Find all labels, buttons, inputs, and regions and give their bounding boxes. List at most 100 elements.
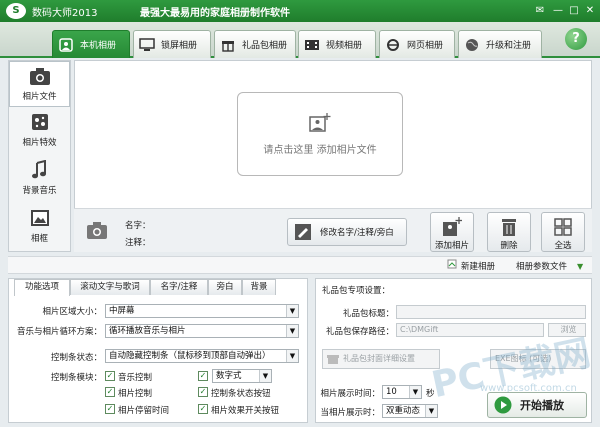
chevron-down-icon: ▼ bbox=[409, 386, 421, 398]
gift-cover-settings-button[interactable]: 礼品包封面详细设置 bbox=[322, 349, 440, 369]
sidebar-item-frame[interactable]: 相框 bbox=[9, 204, 70, 250]
sidebar-item-photo-effects[interactable]: 相片特效 bbox=[9, 108, 70, 154]
gift-cover-settings-label: 礼品包封面详细设置 bbox=[343, 354, 415, 363]
display-mode-value: 双重动态 bbox=[386, 406, 421, 416]
sidebar-item-label: 相框 bbox=[30, 234, 48, 244]
gift-icon bbox=[327, 353, 339, 372]
comment-label: 注释： bbox=[125, 238, 151, 248]
delete-button[interactable]: 删除 bbox=[487, 212, 531, 252]
gift-title-input[interactable] bbox=[396, 305, 586, 319]
tab-local-album[interactable]: 本机相册 bbox=[52, 30, 130, 58]
photo-control-checkbox[interactable]: ✓ bbox=[105, 387, 115, 397]
sidebar-item-background-music[interactable]: 背景音乐 bbox=[9, 156, 70, 202]
loop-scheme-label: 音乐与相片循环方案： bbox=[16, 327, 102, 337]
film-icon bbox=[303, 37, 321, 53]
close-button[interactable]: ✕ bbox=[582, 3, 598, 18]
trash-icon bbox=[502, 219, 516, 236]
minimize-button[interactable]: — bbox=[550, 3, 566, 18]
add-photo-icon bbox=[443, 217, 462, 236]
music-note-icon bbox=[29, 159, 51, 180]
ie-browser-icon bbox=[384, 37, 402, 53]
save-path-input[interactable]: C:\DMGift bbox=[396, 323, 544, 337]
feedback-icon[interactable]: ✉ bbox=[532, 3, 548, 18]
display-time-select[interactable]: 10 ▼ bbox=[382, 385, 422, 399]
monitor-icon bbox=[138, 37, 156, 53]
chevron-down-icon: ▼ bbox=[286, 325, 298, 337]
edit-button-label: 修改名字/注释/旁白 bbox=[320, 228, 394, 238]
subtab-scroll-text-lyrics[interactable]: 滚动文字与歌词 bbox=[70, 279, 150, 295]
play-icon bbox=[494, 396, 512, 414]
loop-scheme-select[interactable]: 循环播放音乐与相片 ▼ bbox=[105, 324, 299, 338]
tab-label: 本机相册 bbox=[80, 41, 117, 51]
area-size-select[interactable]: 中屏幕 ▼ bbox=[105, 304, 299, 318]
new-album-icon bbox=[447, 259, 457, 272]
tab-upgrade-register[interactable]: 升级和注册 bbox=[458, 30, 542, 58]
tab-lockscreen-album[interactable]: 锁屏相册 bbox=[133, 30, 211, 58]
control-state-button-label: 控制条状态按钮 bbox=[211, 389, 271, 399]
start-play-button[interactable]: 开始播放 bbox=[487, 392, 587, 418]
area-size-label: 相片区域大小： bbox=[42, 307, 102, 317]
play-label: 开始播放 bbox=[520, 399, 564, 412]
subtab-narration[interactable]: 旁白 bbox=[208, 279, 242, 295]
photo-album-icon bbox=[57, 37, 75, 53]
photo-control-label: 相片控制 bbox=[118, 389, 153, 399]
digit-style-select[interactable]: 数字式 ▼ bbox=[212, 369, 272, 383]
save-path-label: 礼品包保存路径： bbox=[325, 327, 394, 337]
tab-web-album[interactable]: 网页相册 bbox=[379, 30, 455, 58]
tab-gift-album[interactable]: 礼品包相册 bbox=[214, 30, 296, 58]
add-photo-icon bbox=[309, 113, 331, 133]
digit-style-checkbox[interactable]: ✓ bbox=[198, 371, 208, 381]
subtab-function-options[interactable]: 功能选项 bbox=[14, 279, 70, 296]
tab-label: 网页相册 bbox=[407, 41, 444, 51]
app-slogan: 最强大最易用的家庭相册制作软件 bbox=[140, 8, 290, 19]
dropzone-text: 请点击这里 添加相片文件 bbox=[263, 145, 377, 156]
gift-settings-title: 礼品包专项设置： bbox=[322, 286, 391, 296]
effects-icon bbox=[29, 112, 51, 132]
subtab-name-comment[interactable]: 名字/注释 bbox=[150, 279, 208, 295]
chevron-down-icon: ▼ bbox=[286, 350, 298, 362]
gift-title-label: 礼品包标题： bbox=[342, 309, 394, 319]
app-logo: S bbox=[6, 3, 26, 19]
tab-label: 升级和注册 bbox=[486, 41, 532, 51]
chevron-down-icon: ▼ bbox=[425, 405, 437, 417]
display-time-value: 10 bbox=[386, 387, 397, 397]
control-bar-label: 控制条状态： bbox=[50, 353, 102, 363]
camera-icon bbox=[86, 220, 108, 243]
select-all-label: 全选 bbox=[554, 241, 572, 251]
app-title: 数码大师2013 bbox=[32, 8, 98, 19]
dropdown-arrow-icon[interactable]: ▼ bbox=[577, 262, 583, 271]
control-bar-select[interactable]: 自动隐藏控制条（鼠标移到顶部自动弹出） ▼ bbox=[105, 349, 299, 363]
music-control-checkbox[interactable]: ✓ bbox=[105, 371, 115, 381]
tab-label: 视频相册 bbox=[326, 41, 363, 51]
frame-icon bbox=[29, 208, 51, 228]
effect-toggle-label: 相片效果开关按钮 bbox=[211, 406, 280, 416]
camera-icon bbox=[29, 66, 51, 86]
sidebar-item-label: 相片特效 bbox=[22, 138, 57, 148]
sidebar-item-label: 背景音乐 bbox=[22, 186, 57, 196]
add-photo-button[interactable]: 添加相片 bbox=[430, 212, 474, 252]
delete-label: 删除 bbox=[500, 241, 518, 251]
digit-style-value: 数字式 bbox=[216, 371, 242, 381]
area-size-value: 中屏幕 bbox=[109, 306, 135, 316]
add-photo-dropzone[interactable]: 请点击这里 添加相片文件 bbox=[237, 92, 403, 176]
maximize-button[interactable]: □ bbox=[566, 3, 582, 18]
display-mode-select[interactable]: 双重动态 ▼ bbox=[382, 404, 438, 418]
edit-icon bbox=[294, 223, 314, 241]
add-photo-label: 添加相片 bbox=[434, 241, 469, 251]
album-params-link[interactable]: 相册参数文件 bbox=[516, 260, 567, 272]
sidebar-item-photo-files[interactable]: 相片文件 bbox=[9, 61, 70, 107]
globe-icon bbox=[463, 37, 481, 53]
select-all-button[interactable]: 全选 bbox=[541, 212, 585, 252]
subtab-background[interactable]: 背景 bbox=[242, 279, 276, 295]
new-album-link[interactable]: 新建相册 bbox=[461, 260, 495, 272]
display-mode-label: 当相片展示时： bbox=[320, 408, 380, 418]
display-time-label: 相片展示时间： bbox=[320, 389, 380, 399]
edit-name-comment-button[interactable]: 修改名字/注释/旁白 bbox=[287, 218, 407, 246]
photo-duration-checkbox[interactable]: ✓ bbox=[105, 404, 115, 414]
help-button[interactable]: ? bbox=[565, 28, 587, 50]
effect-toggle-checkbox[interactable]: ✓ bbox=[198, 404, 208, 414]
name-label: 名字： bbox=[125, 221, 151, 231]
tab-video-album[interactable]: 视频相册 bbox=[298, 30, 376, 58]
control-module-label: 控制条模块： bbox=[50, 373, 102, 383]
control-state-button-checkbox[interactable]: ✓ bbox=[198, 387, 208, 397]
